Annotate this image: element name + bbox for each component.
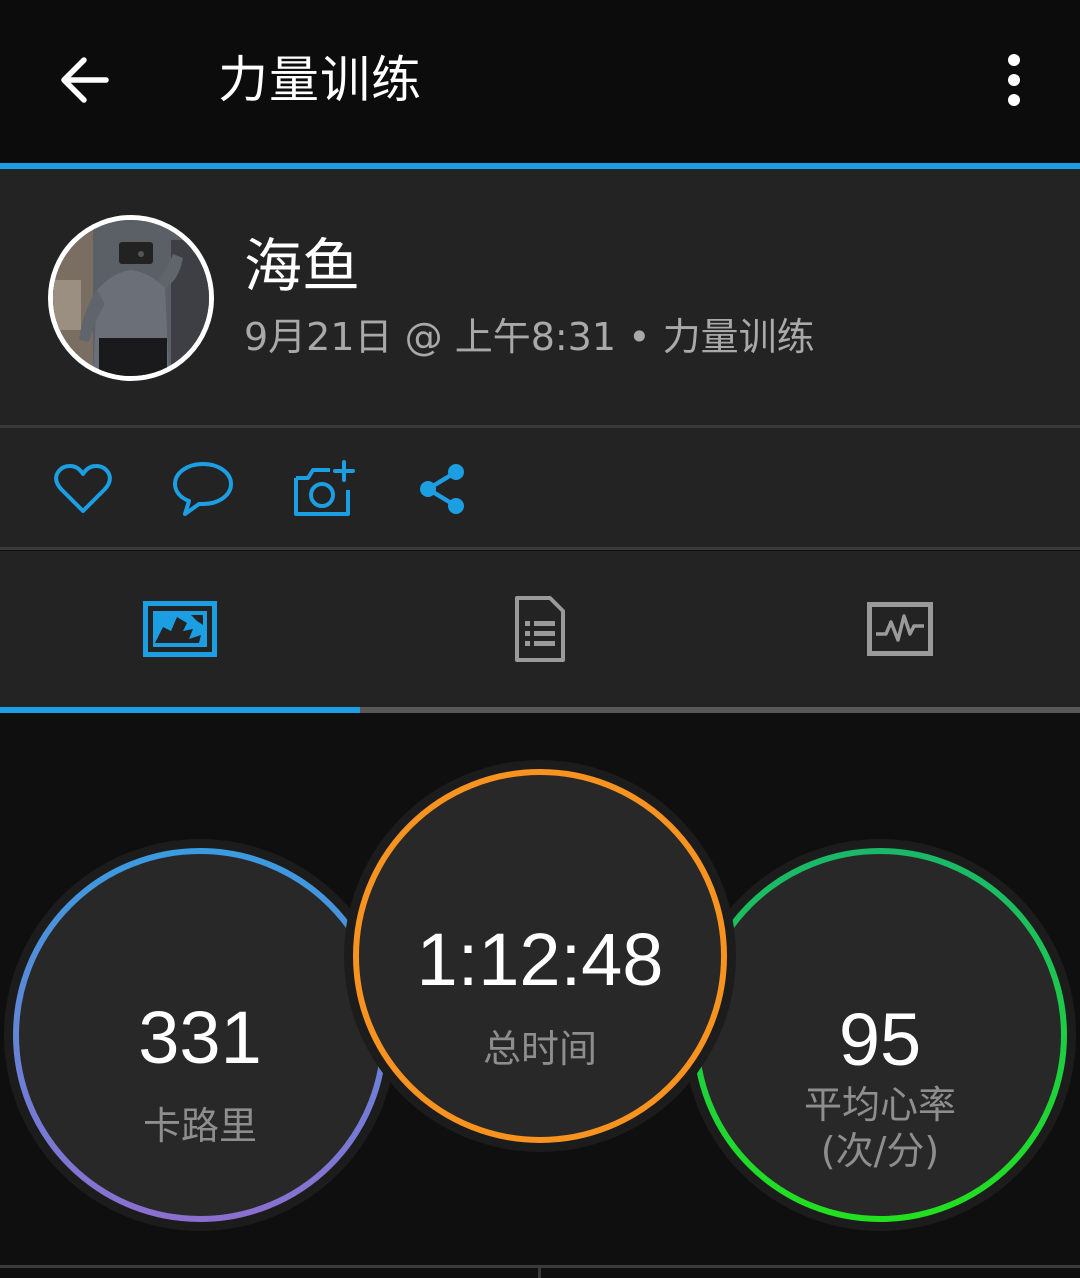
avg-heart-rate-label: 平均心率	[803, 1083, 956, 1127]
like-button[interactable]	[50, 458, 116, 520]
avatar-photo	[53, 220, 209, 376]
total-time-label: 总时间	[482, 1027, 597, 1071]
back-button[interactable]	[52, 48, 116, 112]
calories-label: 卡路里	[142, 1104, 257, 1148]
activity-tabs	[0, 551, 1080, 707]
more-options-button[interactable]	[990, 50, 1038, 110]
summary-stats: 331 卡路里 1:12:48 总时间 95 平均心率 (次/分)	[0, 713, 1080, 1278]
comment-icon	[173, 462, 233, 516]
total-time-value: 1:12:48	[416, 918, 664, 1001]
bottom-divider-tick	[538, 1265, 541, 1278]
activity-owner: 海鱼 9月21日 @ 上午8:31 • 力量训练	[0, 169, 1080, 425]
comment-button[interactable]	[170, 458, 236, 520]
tab-details[interactable]	[360, 551, 720, 707]
arrow-left-icon	[61, 57, 109, 103]
user-name[interactable]: 海鱼	[244, 231, 360, 301]
tab-charts[interactable]	[720, 551, 1080, 707]
share-icon	[420, 464, 464, 514]
avg-heart-rate-value: 95	[838, 998, 922, 1081]
more-vertical-icon	[1008, 54, 1020, 106]
activity-meta: 9月21日 @ 上午8:31 • 力量训练	[244, 315, 815, 359]
avatar[interactable]	[48, 215, 214, 381]
page-title: 力量训练	[218, 51, 422, 109]
avg-heart-rate-unit: (次/分)	[820, 1129, 940, 1173]
tab-overview[interactable]	[0, 551, 360, 707]
divider	[0, 547, 1080, 550]
calories-value: 331	[138, 996, 262, 1079]
details-document-icon	[515, 596, 565, 662]
add-photo-button[interactable]	[290, 458, 356, 520]
add-photo-icon	[294, 460, 355, 516]
share-button[interactable]	[410, 458, 476, 520]
chart-activity-icon	[867, 602, 933, 656]
heart-icon	[54, 464, 112, 513]
map-overview-icon	[143, 601, 217, 657]
social-actions	[0, 428, 1080, 547]
top-app-bar: 力量训练	[0, 0, 1080, 163]
